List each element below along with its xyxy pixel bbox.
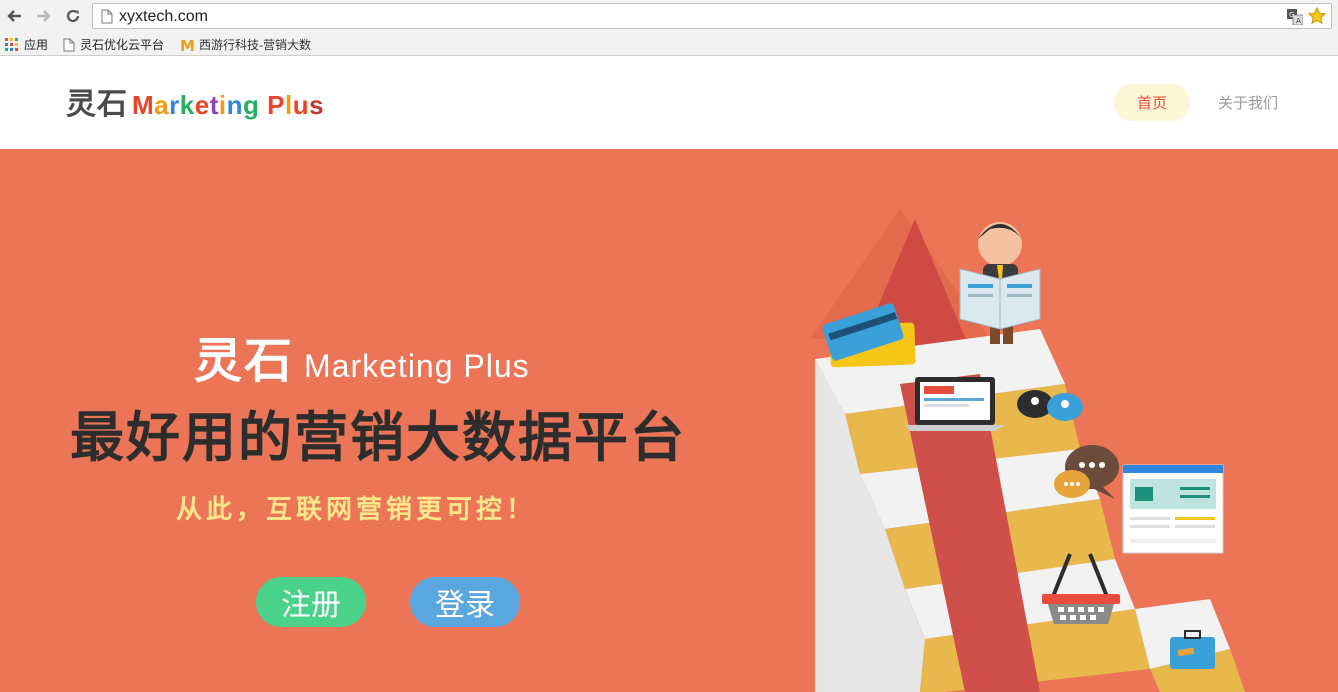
hero-brand: 灵石 Marketing Plus — [194, 321, 530, 391]
bookmark-label: 西游行科技-营销大数 — [199, 38, 311, 52]
m-logo-icon: M — [180, 38, 194, 52]
hero-title: 最好用的营销大数据平台 — [70, 408, 686, 468]
back-button[interactable] — [4, 6, 24, 26]
reload-icon — [66, 9, 80, 23]
nav-home[interactable]: 首页 — [1114, 84, 1190, 121]
webpage-panel-icon — [1122, 464, 1224, 554]
logo-en-text: Marketing Plus — [132, 90, 324, 121]
forward-arrow-icon — [37, 10, 51, 22]
logo-letter: k — [179, 90, 195, 120]
bookmarks-bar: 应用 灵石优化云平台 M 西游行科技-营销大数 — [0, 32, 1338, 56]
bookmark-label: 灵石优化云平台 — [80, 38, 165, 52]
logo-letter: M — [132, 90, 155, 120]
browser-toolbar: xyxtech.com GA — [0, 0, 1338, 32]
logo-cn-text: 灵石 — [66, 88, 128, 121]
hero-brand-en: Marketing Plus — [304, 348, 530, 384]
reload-button[interactable] — [63, 6, 83, 26]
hero-subtitle: 从此，互联网营销更可控！ — [176, 494, 537, 524]
site-logo[interactable]: 灵石 Marketing Plus — [66, 79, 324, 123]
bookmark-xiyouxing[interactable]: M 西游行科技-营销大数 — [180, 36, 311, 53]
logo-letter: a — [154, 90, 170, 120]
page-icon — [63, 38, 75, 51]
svg-text:M: M — [180, 38, 194, 52]
hero-banner: 灵石 Marketing Plus 最好用的营销大数据平台 从此，互联网营销更可… — [0, 149, 1338, 692]
logo-letter: l — [284, 90, 293, 120]
apps-grid-icon — [5, 37, 18, 51]
laptop-icon — [905, 377, 1005, 431]
logo-letter — [259, 90, 267, 120]
logo-letter: u — [292, 90, 310, 120]
nav-about-us[interactable]: 关于我们 — [1204, 84, 1292, 121]
svg-text:G: G — [1289, 11, 1294, 19]
address-bar[interactable]: xyxtech.com GA — [92, 3, 1332, 29]
logo-letter: s — [309, 90, 325, 120]
logo-letter: P — [267, 90, 285, 120]
logo-letter: i — [218, 90, 227, 120]
hero-brand-cn: 灵石 — [194, 335, 295, 388]
url-text[interactable]: xyxtech.com — [119, 8, 208, 26]
logo-letter: e — [194, 90, 210, 120]
register-button[interactable]: 注册 — [256, 577, 366, 627]
bookmark-label: 应用 — [24, 38, 49, 52]
logo-letter: n — [226, 90, 243, 120]
login-button[interactable]: 登录 — [410, 577, 520, 627]
bookmark-lingshi-cloud[interactable]: 灵石优化云平台 — [63, 36, 164, 53]
logo-letter: t — [209, 90, 219, 120]
back-arrow-icon — [7, 10, 21, 22]
bookmark-apps[interactable]: 应用 — [5, 36, 48, 53]
forward-button[interactable] — [34, 6, 54, 26]
logo-letter: g — [243, 90, 260, 120]
bookmark-star-icon[interactable] — [1307, 6, 1327, 30]
staircase-illustration — [810, 209, 1245, 692]
svg-text:A: A — [1296, 17, 1301, 25]
logo-letter: r — [169, 90, 180, 120]
page-icon — [101, 9, 113, 29]
site-header: 灵石 Marketing Plus 首页 关于我们 — [0, 57, 1338, 149]
translate-icon[interactable]: GA — [1287, 9, 1304, 30]
